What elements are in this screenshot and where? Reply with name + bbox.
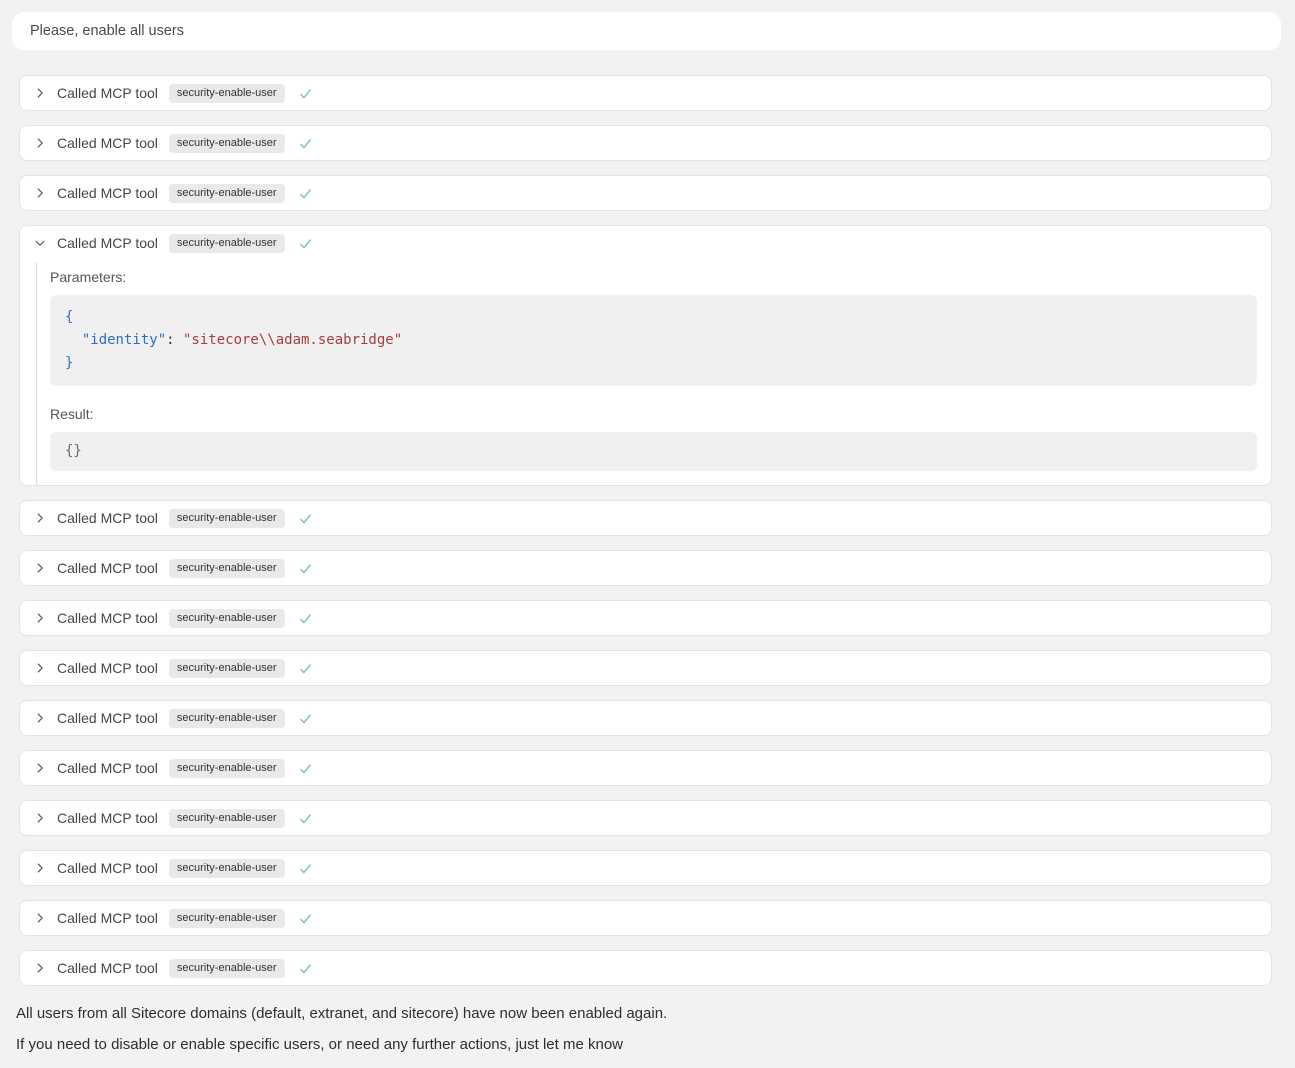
success-check-icon (298, 911, 313, 926)
success-check-icon (298, 236, 313, 251)
chevron-right-icon (32, 910, 48, 926)
tool-call-label: Called MCP tool (57, 810, 158, 826)
tool-call-label: Called MCP tool (57, 710, 158, 726)
chevron-right-icon (32, 710, 48, 726)
tool-call-label: Called MCP tool (57, 660, 158, 676)
user-message-text: Please, enable all users (30, 23, 184, 39)
user-message-bubble: Please, enable all users (12, 12, 1281, 50)
success-check-icon (298, 961, 313, 976)
tool-name-badge: security-enable-user (169, 234, 285, 253)
chevron-right-icon (32, 610, 48, 626)
tool-name-badge: security-enable-user (169, 909, 285, 928)
tool-call-header[interactable]: Called MCP tool security-enable-user (20, 176, 1271, 210)
chevron-right-icon (32, 185, 48, 201)
chevron-right-icon (32, 135, 48, 151)
tool-name-badge: security-enable-user (169, 134, 285, 153)
assistant-message-line-2: If you need to disable or enable specifi… (16, 1036, 1281, 1053)
tool-name-badge: security-enable-user (169, 809, 285, 828)
success-check-icon (298, 511, 313, 526)
tool-name-badge: security-enable-user (169, 184, 285, 203)
success-check-icon (298, 561, 313, 576)
tool-call-label: Called MCP tool (57, 560, 158, 576)
tool-name-badge: security-enable-user (169, 84, 285, 103)
tool-call-header[interactable]: Called MCP tool security-enable-user (20, 801, 1271, 835)
tool-name-badge: security-enable-user (169, 709, 285, 728)
tool-call-list: Called MCP tool security-enable-user Cal… (19, 75, 1272, 986)
code-line: "identity": "sitecore\\adam.seabridge" (65, 329, 1242, 352)
tool-call-row: Called MCP tool security-enable-user (19, 850, 1272, 886)
tool-call-header[interactable]: Called MCP tool security-enable-user (20, 651, 1271, 685)
tool-call-label: Called MCP tool (57, 910, 158, 926)
assistant-message-line-1: All users from all Sitecore domains (def… (16, 1005, 1281, 1022)
chevron-right-icon (32, 960, 48, 976)
tool-call-row: Called MCP tool security-enable-user (19, 650, 1272, 686)
tool-call-header[interactable]: Called MCP tool security-enable-user (20, 551, 1271, 585)
chevron-right-icon (32, 760, 48, 776)
success-check-icon (298, 186, 313, 201)
tool-call-row: Called MCP tool security-enable-user (19, 75, 1272, 111)
result-value: {} (65, 443, 82, 459)
tool-call-label: Called MCP tool (57, 510, 158, 526)
tool-call-row: Called MCP tool security-enable-user (19, 750, 1272, 786)
tool-call-row: Called MCP tool security-enable-user (19, 550, 1272, 586)
tool-call-header[interactable]: Called MCP tool security-enable-user (20, 226, 1271, 260)
tool-call-header[interactable]: Called MCP tool security-enable-user (20, 851, 1271, 885)
success-check-icon (298, 811, 313, 826)
tool-name-badge: security-enable-user (169, 959, 285, 978)
tool-call-row: Called MCP tool security-enable-user (19, 600, 1272, 636)
tool-call-row: Called MCP tool security-enable-user (19, 800, 1272, 836)
chevron-down-icon (32, 235, 48, 251)
tool-call-row: Called MCP tool security-enable-user (19, 700, 1272, 736)
chevron-right-icon (32, 860, 48, 876)
tool-call-label: Called MCP tool (57, 185, 158, 201)
tool-call-header[interactable]: Called MCP tool security-enable-user (20, 501, 1271, 535)
success-check-icon (298, 86, 313, 101)
success-check-icon (298, 136, 313, 151)
tool-call-header[interactable]: Called MCP tool security-enable-user (20, 951, 1271, 985)
tool-call-label: Called MCP tool (57, 760, 158, 776)
tool-call-header[interactable]: Called MCP tool security-enable-user (20, 701, 1271, 735)
success-check-icon (298, 661, 313, 676)
success-check-icon (298, 861, 313, 876)
tool-call-label: Called MCP tool (57, 85, 158, 101)
parameters-label: Parameters: (50, 269, 1257, 285)
chevron-right-icon (32, 810, 48, 826)
chevron-right-icon (32, 85, 48, 101)
tool-call-header[interactable]: Called MCP tool security-enable-user (20, 901, 1271, 935)
tool-name-badge: security-enable-user (169, 659, 285, 678)
success-check-icon (298, 711, 313, 726)
success-check-icon (298, 611, 313, 626)
tool-name-badge: security-enable-user (169, 609, 285, 628)
tool-name-badge: security-enable-user (169, 859, 285, 878)
tool-name-badge: security-enable-user (169, 559, 285, 578)
chevron-right-icon (32, 560, 48, 576)
tool-call-label: Called MCP tool (57, 610, 158, 626)
tool-name-badge: security-enable-user (169, 509, 285, 528)
tool-call-row: Called MCP tool security-enable-user (19, 950, 1272, 986)
code-line: { (65, 306, 1242, 329)
tool-call-label: Called MCP tool (57, 860, 158, 876)
parameters-code-block: { "identity": "sitecore\\adam.seabridge"… (50, 295, 1257, 386)
result-label: Result: (50, 406, 1257, 422)
success-check-icon (298, 761, 313, 776)
tool-call-row: Called MCP tool security-enable-user (19, 125, 1272, 161)
tool-call-header[interactable]: Called MCP tool security-enable-user (20, 751, 1271, 785)
tool-call-label: Called MCP tool (57, 235, 158, 251)
tool-call-row: Called MCP tool security-enable-user (19, 175, 1272, 211)
tool-call-row: Called MCP tool security-enable-user Par… (19, 225, 1272, 486)
tool-call-row: Called MCP tool security-enable-user (19, 900, 1272, 936)
result-code-block: {} (50, 432, 1257, 471)
tool-call-row: Called MCP tool security-enable-user (19, 500, 1272, 536)
tool-call-header[interactable]: Called MCP tool security-enable-user (20, 126, 1271, 160)
tool-name-badge: security-enable-user (169, 759, 285, 778)
chevron-right-icon (32, 660, 48, 676)
tool-call-detail: Parameters: { "identity": "sitecore\\ada… (36, 262, 1257, 485)
tool-call-header[interactable]: Called MCP tool security-enable-user (20, 76, 1271, 110)
code-line: } (65, 352, 1242, 375)
tool-call-label: Called MCP tool (57, 135, 158, 151)
chevron-right-icon (32, 510, 48, 526)
tool-call-label: Called MCP tool (57, 960, 158, 976)
tool-call-header[interactable]: Called MCP tool security-enable-user (20, 601, 1271, 635)
